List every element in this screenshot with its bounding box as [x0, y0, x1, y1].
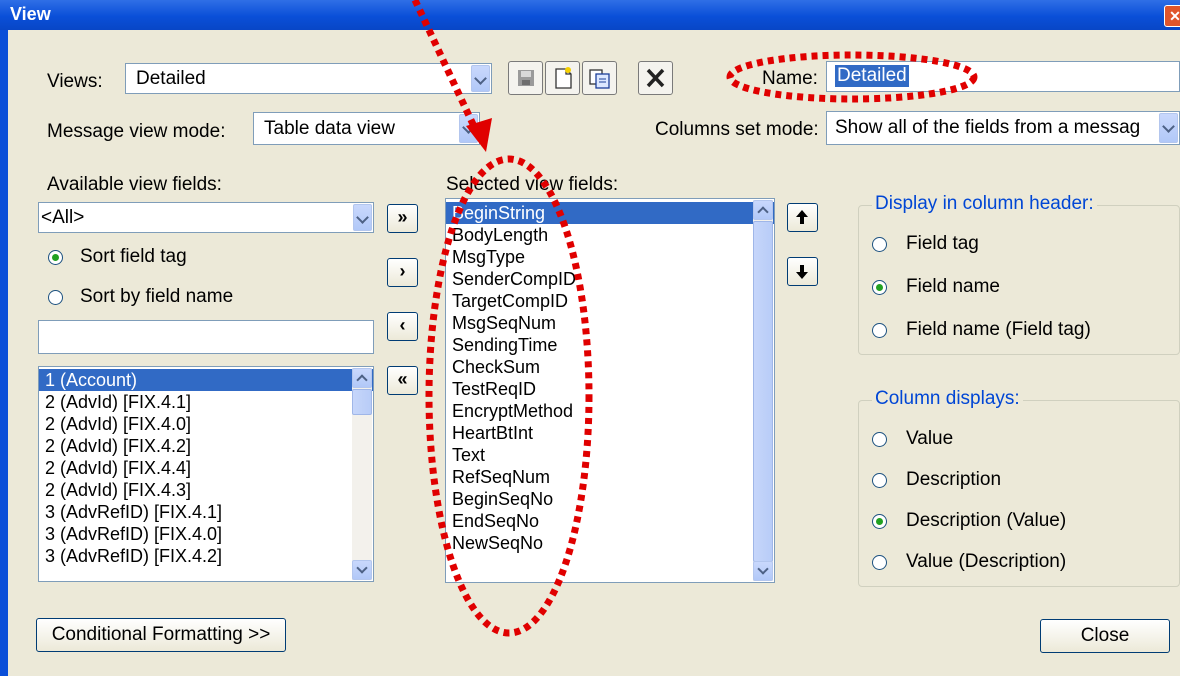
annotation-ellipse-name: [726, 51, 978, 103]
annotation-arrow-line: [411, 0, 482, 137]
annotation-overlay: [411, 0, 978, 637]
annotation-ellipse-selected-fields: [425, 155, 593, 637]
